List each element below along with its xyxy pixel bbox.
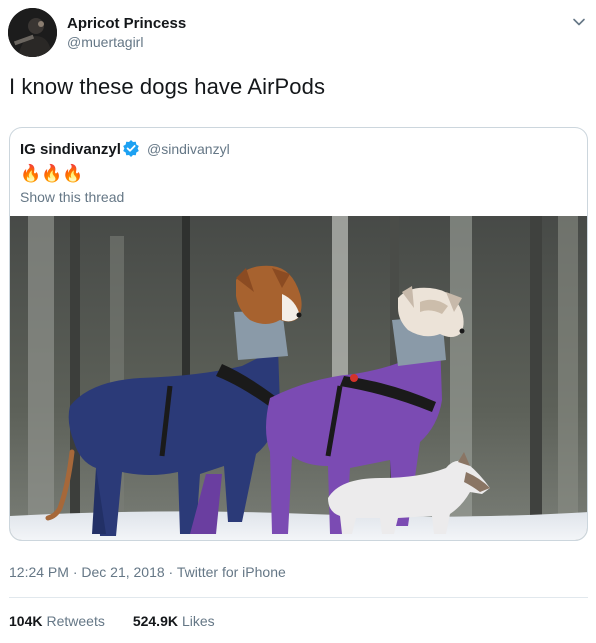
quoted-display-name: IG sindivanzyl <box>20 141 121 158</box>
retweets-stat[interactable]: 104K Retweets <box>9 613 105 629</box>
retweets-count: 104K <box>9 613 43 629</box>
quoted-tweet-photo[interactable] <box>10 216 587 540</box>
tweet-text: I know these dogs have AirPods <box>9 74 326 99</box>
quoted-tweet-card[interactable]: IG sindivanzyl @sindivanzyl 🔥🔥🔥 Show thi… <box>9 127 588 541</box>
stats-divider <box>9 597 588 598</box>
author-handle[interactable]: @muertagirl <box>67 34 143 50</box>
retweets-label: Retweets <box>46 613 105 629</box>
tweet-stats: 104K Retweets 524.9K Likes <box>9 613 215 629</box>
likes-stat[interactable]: 524.9K Likes <box>133 613 215 629</box>
show-thread-link[interactable]: Show this thread <box>20 189 124 205</box>
likes-label: Likes <box>181 613 215 629</box>
author-avatar[interactable] <box>8 8 57 57</box>
chevron-down-icon[interactable] <box>572 15 586 29</box>
verified-badge-icon <box>122 139 140 157</box>
likes-count: 524.9K <box>132 613 178 629</box>
quoted-handle: @sindivanzyl <box>147 141 230 157</box>
tweet-container: Apricot Princess @muertagirl I know thes… <box>0 0 596 643</box>
author-display-name[interactable]: Apricot Princess <box>67 15 186 32</box>
quoted-tweet-emoji: 🔥🔥🔥 <box>20 164 84 183</box>
tweet-timestamp[interactable]: 12:24 PM · Dec 21, 2018 · Twitter for iP… <box>9 564 286 580</box>
